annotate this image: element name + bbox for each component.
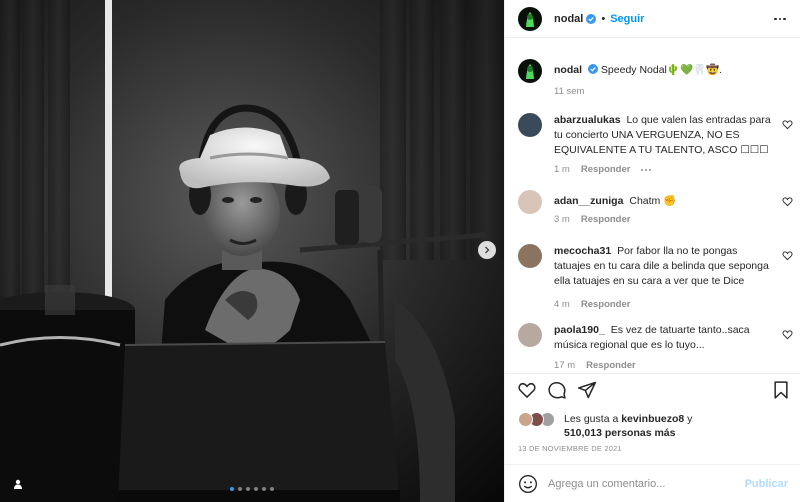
comment-options-icon[interactable]: [641, 168, 652, 171]
comment-like-icon[interactable]: [782, 250, 793, 261]
comment-meta: 17 m Responder: [554, 360, 636, 371]
post-date[interactable]: 13 DE NOVIEMBRE DE 2021: [518, 444, 622, 453]
comment-username[interactable]: abarzualukas: [554, 114, 621, 126]
author-username[interactable]: nodal: [554, 13, 583, 25]
follow-button[interactable]: Seguir: [610, 13, 644, 25]
carousel-next-button[interactable]: [478, 241, 496, 259]
likes-prefix: Les gusta a: [564, 413, 619, 425]
caption-meta: 11 sem: [554, 86, 584, 97]
comment-time[interactable]: 17 m: [554, 360, 575, 371]
comment-icon[interactable]: [547, 380, 567, 400]
commenter-avatar[interactable]: [518, 323, 542, 347]
carousel-dot: [230, 487, 234, 491]
liker-avatar: [518, 412, 533, 427]
emoji-icon[interactable]: [518, 474, 538, 494]
carousel-dot: [262, 487, 266, 491]
comment-text: Chatm ✊: [629, 195, 677, 207]
likes-line: Les gusta a kevinbuezo8 y: [564, 413, 692, 425]
add-comment-bar: Publicar: [505, 464, 800, 502]
carousel-dot: [238, 487, 242, 491]
comment-body: abarzualukas Lo que valen las entradas p…: [554, 113, 774, 158]
carousel-dot: [270, 487, 274, 491]
post-media: [0, 0, 504, 502]
likes-count[interactable]: 510,013 personas más: [564, 427, 676, 439]
caption-text: Speedy Nodal🌵💚🦷🤠.: [600, 64, 723, 76]
comment-username[interactable]: mecocha31: [554, 245, 611, 257]
comment-like-icon[interactable]: [782, 119, 793, 130]
comment-input[interactable]: [548, 477, 748, 490]
comment-time[interactable]: 3 m: [554, 214, 570, 225]
post-viewer: nodal • Seguir nodal Speedy Nodal🌵💚🦷🤠. 1…: [0, 0, 800, 502]
comment-meta: 1 m Responder: [554, 164, 652, 175]
caption-username[interactable]: nodal: [554, 64, 582, 76]
liker-avatars[interactable]: [518, 412, 560, 428]
comment-username[interactable]: paola190_: [554, 324, 605, 336]
caption-time[interactable]: 11 sem: [554, 86, 584, 97]
caption-avatar[interactable]: [518, 59, 542, 83]
reply-button[interactable]: Responder: [581, 299, 631, 310]
commenter-avatar[interactable]: [518, 190, 542, 214]
comments-list[interactable]: nodal Speedy Nodal🌵💚🦷🤠. 11 sem abarzualu…: [505, 38, 800, 374]
comment-body: adan__zuniga Chatm ✊: [554, 194, 774, 209]
reply-button[interactable]: Responder: [581, 164, 631, 175]
carousel-dot: [246, 487, 250, 491]
heart-icon[interactable]: [517, 380, 537, 400]
comment-meta: 3 m Responder: [554, 214, 630, 225]
comment-username[interactable]: adan__zuniga: [554, 195, 623, 207]
header-separator: •: [601, 12, 606, 25]
verified-icon: [588, 64, 598, 74]
bookmark-icon[interactable]: [771, 380, 791, 400]
likes-suffix: y: [687, 413, 693, 425]
likes-summary: Les gusta a kevinbuezo8 y 510,013 person…: [518, 410, 793, 442]
comment-body: paola190_ Es vez de tatuarte tanto..saca…: [554, 323, 774, 353]
post-photo: [0, 0, 504, 502]
next-arrow-icon: [485, 246, 490, 254]
carousel-dot: [254, 487, 258, 491]
share-icon[interactable]: [577, 380, 597, 400]
post-action-bar: [505, 376, 800, 406]
more-options-icon[interactable]: [772, 11, 788, 27]
commenter-avatar[interactable]: [518, 244, 542, 268]
carousel-indicator: [0, 487, 504, 491]
post-side-panel: nodal • Seguir nodal Speedy Nodal🌵💚🦷🤠. 1…: [504, 0, 800, 502]
reply-button[interactable]: Responder: [586, 360, 636, 371]
publish-button[interactable]: Publicar: [745, 478, 788, 490]
caption-body: nodal Speedy Nodal🌵💚🦷🤠.: [554, 63, 774, 78]
author-avatar[interactable]: [518, 6, 542, 31]
reply-button[interactable]: Responder: [581, 214, 631, 225]
verified-icon: [586, 13, 597, 24]
comment-like-icon[interactable]: [782, 329, 793, 340]
liker-username[interactable]: kevinbuezo8: [621, 413, 684, 425]
comment-time[interactable]: 4 m: [554, 299, 570, 310]
comment-like-icon[interactable]: [782, 196, 793, 207]
post-header: nodal • Seguir: [505, 0, 800, 38]
commenter-avatar[interactable]: [518, 113, 542, 137]
comment-meta: 4 m Responder: [554, 299, 630, 310]
comment-time[interactable]: 1 m: [554, 164, 570, 175]
comment-body: mecocha31 Por fabor lla no te pongas tat…: [554, 244, 774, 289]
